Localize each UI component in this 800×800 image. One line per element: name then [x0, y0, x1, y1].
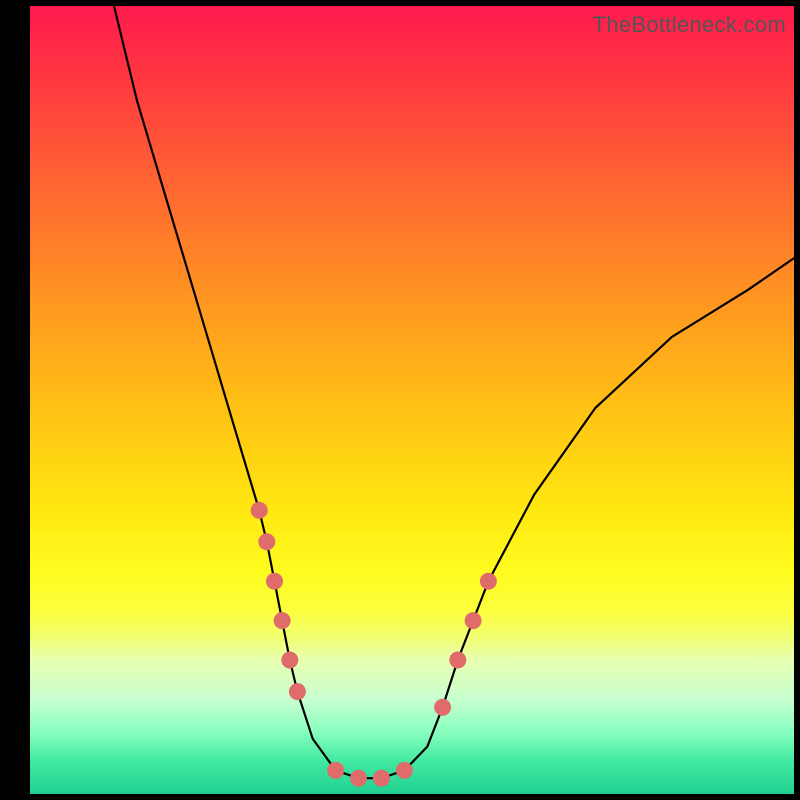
marker-dot: [258, 533, 275, 550]
marker-dot: [480, 573, 497, 590]
marker-dot: [289, 683, 306, 700]
plot-area: TheBottleneck.com: [30, 6, 794, 794]
marker-dot: [434, 699, 451, 716]
marker-dot: [449, 652, 466, 669]
marker-dot: [350, 770, 367, 787]
chart-svg: [30, 6, 794, 794]
chart-frame: TheBottleneck.com: [0, 0, 800, 800]
marker-dot: [251, 502, 268, 519]
marker-dot: [327, 762, 344, 779]
marker-dot: [281, 652, 298, 669]
marker-dot: [465, 612, 482, 629]
marker-dot: [274, 612, 291, 629]
marker-dot: [266, 573, 283, 590]
marker-dot: [373, 770, 390, 787]
marker-dot: [396, 762, 413, 779]
